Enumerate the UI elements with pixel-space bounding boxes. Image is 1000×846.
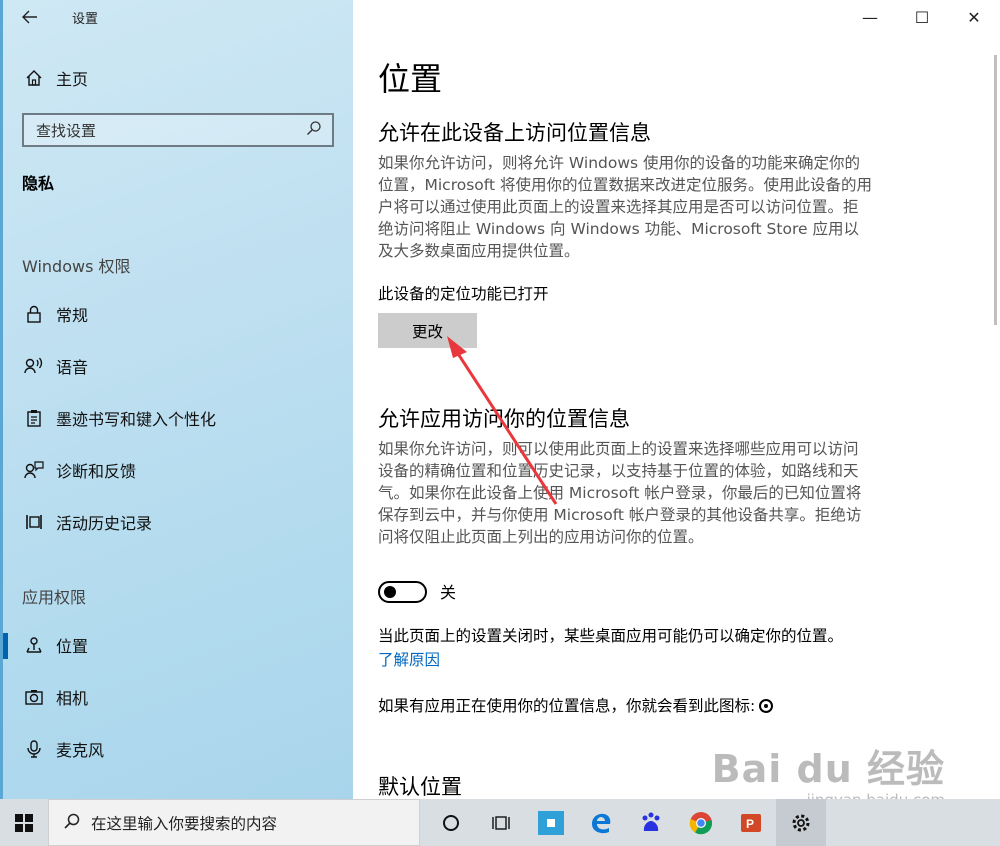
location-toggle[interactable] — [378, 581, 427, 603]
sidebar-item-camera[interactable]: 相机 — [0, 675, 353, 719]
timeline-icon — [20, 513, 48, 531]
sidebar-item-label: 常规 — [56, 306, 89, 325]
back-arrow-icon[interactable] — [0, 0, 60, 34]
speech-icon — [20, 357, 48, 375]
cortana-icon[interactable] — [426, 799, 476, 846]
app-store-icon[interactable] — [526, 799, 576, 846]
feedback-icon — [20, 461, 48, 479]
page-title: 位置 — [378, 60, 443, 98]
watermark-main: Bai du 经验 — [711, 747, 945, 791]
location-icon — [20, 636, 48, 654]
baidu-icon[interactable] — [626, 799, 676, 846]
windows-logo-icon — [15, 813, 33, 832]
change-button[interactable]: 更改 — [378, 313, 477, 348]
camera-icon — [20, 688, 48, 706]
sidebar-item-label: 语音 — [56, 358, 89, 377]
sidebar-item-diagnostics[interactable]: 诊断和反馈 — [0, 448, 353, 492]
search-icon[interactable] — [306, 120, 322, 140]
app-access-heading: 允许应用访问你的位置信息 — [378, 407, 630, 431]
baidu-watermark: Bai du 经验 jingyan.baidu.com — [712, 738, 945, 799]
nav-home-label: 主页 — [56, 70, 89, 89]
toggle-knob — [384, 586, 396, 598]
sidebar-item-activity-history[interactable]: 活动历史记录 — [0, 500, 353, 544]
chrome-icon[interactable] — [676, 799, 726, 846]
location-icon-note: 如果有应用正在使用你的位置信息，你就会看到此图标: — [378, 694, 774, 718]
app-access-description: 如果你允许访问，则可以使用此页面上的设置来选择哪些应用可以访问设备的精确位置和位… — [378, 440, 862, 546]
sidebar-item-label: 活动历史记录 — [56, 514, 153, 533]
start-button[interactable] — [0, 799, 48, 846]
sidebar-item-label: 诊断和反馈 — [56, 462, 137, 481]
title-bar-left: 设置 — [0, 0, 353, 34]
minimize-button[interactable]: — — [844, 0, 896, 34]
category-heading: 隐私 — [22, 174, 55, 193]
section-app-permissions: 应用权限 — [22, 588, 87, 607]
window-controls: — ☐ ✕ — [844, 0, 1000, 34]
sidebar-item-general[interactable]: 常规 — [0, 292, 353, 336]
sidebar-item-location[interactable]: 位置 — [0, 623, 353, 667]
taskbar-search-input[interactable]: 在这里输入你要搜索的内容 — [48, 799, 420, 846]
taskbar: 在这里输入你要搜索的内容 P — [0, 799, 1000, 846]
sidebar-item-label: 麦克风 — [56, 741, 105, 760]
sidebar-item-speech[interactable]: 语音 — [0, 344, 353, 388]
app-title: 设置 — [72, 11, 99, 27]
scrollbar[interactable] — [994, 55, 997, 325]
device-access-heading: 允许在此设备上访问位置信息 — [378, 121, 651, 145]
sidebar-item-microphone[interactable]: 麦克风 — [0, 727, 353, 771]
edge-icon[interactable] — [576, 799, 626, 846]
task-view-icon[interactable] — [476, 799, 526, 846]
microphone-icon — [20, 740, 48, 758]
learn-more-link[interactable]: 了解原因 — [378, 651, 440, 669]
sidebar-item-inking[interactable]: 墨迹书写和键入个性化 — [0, 396, 353, 440]
toggle-state-label: 关 — [440, 583, 457, 602]
location-icon-note-text: 如果有应用正在使用你的位置信息，你就会看到此图标: — [378, 697, 756, 715]
search-placeholder: 查找设置 — [36, 121, 97, 140]
settings-icon[interactable] — [776, 799, 826, 846]
nav-home[interactable]: 主页 — [0, 56, 353, 100]
sidebar-item-label: 位置 — [56, 637, 89, 656]
device-access-description: 如果你允许访问，则将允许 Windows 使用你的设备的功能来确定你的位置，Mi… — [378, 154, 872, 260]
settings-sidebar: 设置 主页 查找设置 隐私 Windows 权限 常规 语音 墨迹书写和键入个性… — [0, 0, 353, 799]
desktop-apps-note-text: 当此页面上的设置关闭时，某些桌面应用可能仍可以确定你的位置。 — [378, 627, 844, 645]
settings-search-input[interactable]: 查找设置 — [22, 113, 334, 147]
device-location-status: 此设备的定位功能已打开 — [378, 285, 549, 303]
desktop-apps-note: 当此页面上的设置关闭时，某些桌面应用可能仍可以确定你的位置。 了解原因 — [378, 624, 848, 672]
close-button[interactable]: ✕ — [948, 0, 1000, 34]
sidebar-item-label: 相机 — [56, 689, 89, 708]
location-in-use-icon — [759, 699, 774, 713]
search-icon — [63, 812, 81, 834]
svg-text:P: P — [746, 817, 754, 831]
section-windows-permissions: Windows 权限 — [22, 257, 131, 276]
maximize-button[interactable]: ☐ — [896, 0, 948, 34]
lock-icon — [20, 305, 48, 323]
sidebar-item-label: 墨迹书写和键入个性化 — [56, 410, 217, 429]
settings-content: — ☐ ✕ 位置 允许在此设备上访问位置信息 如果你允许访问，则将允许 Wind… — [353, 0, 1000, 799]
home-icon — [20, 69, 48, 87]
default-location-heading: 默认位置 — [378, 775, 462, 799]
clipboard-icon — [20, 409, 48, 427]
powerpoint-icon[interactable]: P — [726, 799, 776, 846]
taskbar-search-placeholder: 在这里输入你要搜索的内容 — [91, 814, 278, 833]
